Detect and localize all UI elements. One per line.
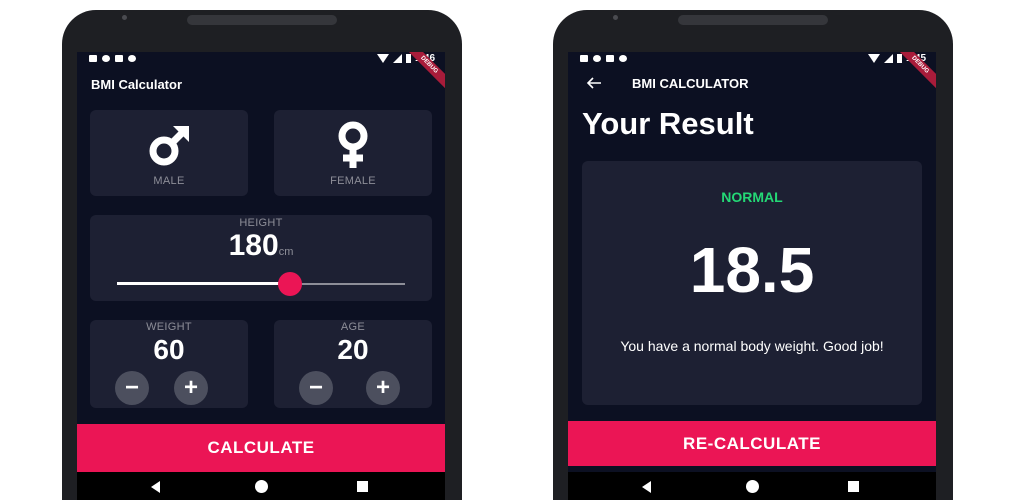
nav-recents-icon[interactable]: [848, 481, 859, 492]
wifi-icon: [867, 54, 880, 63]
phone-frame-right: 1:45 DEBUG BMI CALCULATOR Your Result NO…: [553, 10, 953, 500]
speaker-grille: [187, 15, 337, 25]
venus-icon: [333, 120, 373, 175]
nav-home-icon[interactable]: [255, 480, 268, 493]
battery-icon: [405, 54, 411, 63]
battery-icon: [896, 54, 902, 63]
male-card[interactable]: MALE: [90, 110, 248, 196]
age-value: 20: [337, 334, 369, 365]
result-status: NORMAL: [721, 189, 783, 205]
front-camera: [613, 15, 618, 20]
height-card: HEIGHT 180cm: [90, 215, 432, 301]
front-camera: [122, 15, 127, 20]
weight-plus-button[interactable]: +: [174, 371, 208, 405]
weight-value: 60: [153, 334, 185, 365]
back-arrow-icon[interactable]: [586, 76, 602, 90]
wifi-icon: [376, 54, 389, 63]
bmi-input-screen: 1:46 DEBUG BMI Calculator MALE: [77, 52, 445, 500]
male-label: MALE: [153, 175, 185, 187]
signal-icon: [392, 54, 402, 63]
height-unit: cm: [278, 246, 294, 258]
nav-recents-icon[interactable]: [357, 481, 368, 492]
android-nav-bar: [568, 472, 936, 500]
nav-back-icon[interactable]: [642, 481, 651, 493]
recalculate-button[interactable]: RE-CALCULATE: [568, 421, 936, 466]
female-label: FEMALE: [330, 175, 376, 187]
nav-home-icon[interactable]: [746, 480, 759, 493]
bmi-result-screen: 1:45 DEBUG BMI CALCULATOR Your Result NO…: [568, 52, 936, 500]
age-card: AGE 20 − +: [274, 320, 432, 408]
age-minus-button[interactable]: −: [299, 371, 333, 405]
height-value-row: 180cm: [90, 229, 432, 263]
mars-icon: [147, 124, 191, 173]
height-slider-active-track: [117, 282, 290, 285]
notification-icons: [580, 55, 627, 62]
phone-frame-left: 1:46 DEBUG BMI Calculator MALE: [62, 10, 462, 500]
signal-icon: [883, 54, 893, 63]
android-nav-bar: [77, 472, 445, 500]
bmi-value: 18.5: [689, 234, 815, 306]
height-label: HEIGHT: [239, 217, 283, 229]
calculate-button[interactable]: CALCULATE: [77, 424, 445, 472]
weight-minus-button[interactable]: −: [115, 371, 149, 405]
age-plus-button[interactable]: +: [366, 371, 400, 405]
result-card: NORMAL 18.5 You have a normal body weigh…: [582, 161, 922, 405]
result-message: You have a normal body weight. Good job!: [620, 338, 884, 354]
weight-label: WEIGHT: [146, 321, 192, 333]
age-label: AGE: [340, 321, 366, 333]
status-bar: 1:46 DEBUG: [77, 52, 445, 90]
status-bar: 1:45 DEBUG: [568, 52, 936, 90]
weight-card: WEIGHT 60 − +: [90, 320, 248, 408]
female-card[interactable]: FEMALE: [274, 110, 432, 196]
app-title: BMI CALCULATOR: [632, 76, 749, 91]
notification-icons: [89, 55, 136, 62]
result-heading: Your Result: [582, 106, 754, 141]
height-slider-inactive-track: [289, 283, 405, 285]
height-slider-thumb[interactable]: [277, 272, 302, 296]
app-title: BMI Calculator: [91, 77, 183, 92]
speaker-grille: [678, 15, 828, 25]
height-value: 180: [228, 229, 279, 262]
nav-back-icon[interactable]: [151, 481, 160, 493]
